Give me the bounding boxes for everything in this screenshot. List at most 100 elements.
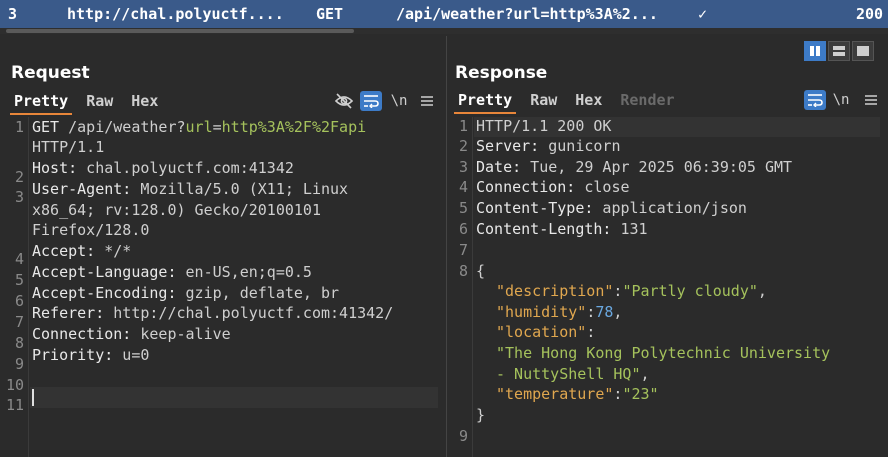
response-newline-toggle[interactable]: \n	[830, 90, 852, 110]
line-number: 6	[14, 292, 24, 310]
split-horizontal-layout-button[interactable]	[804, 41, 826, 61]
header-key: User-Agent:	[32, 180, 132, 198]
json-number-value: 78	[595, 303, 614, 321]
hide-icon[interactable]	[333, 91, 355, 111]
json-comma: ,	[613, 303, 623, 321]
json-line-humidity: "humidity":78,	[496, 303, 622, 321]
header-value: Mozilla/5.0 (X11; Linux	[131, 180, 349, 198]
line-number: 1	[14, 118, 24, 136]
header-line-accept: Accept: */*	[32, 242, 131, 260]
columns-icon	[810, 46, 820, 56]
json-string-value: "23"	[622, 385, 659, 403]
line-number: 11	[5, 396, 24, 414]
history-url: /api/weather?url=http%3A%2...	[396, 5, 658, 23]
request-line: GET /api/weather?url=http%3A%2F%2Fapi	[32, 118, 366, 136]
request-method: GET	[32, 118, 69, 136]
header-value: gunicorn	[539, 137, 621, 155]
request-tab-pretty[interactable]: Pretty	[9, 91, 73, 115]
header-line-server: Server: gunicorn	[476, 137, 621, 155]
header-value: Tue, 29 Apr 2025 06:39:05 GMT	[521, 158, 793, 176]
line-number: 5	[14, 271, 24, 289]
wrap-lines-button[interactable]	[360, 91, 382, 111]
wrap-icon	[364, 95, 379, 108]
json-line-temperature: "temperature":"23"	[496, 385, 659, 403]
json-string-value: "Partly cloudy"	[622, 282, 758, 300]
eye-slash-icon	[334, 93, 354, 109]
json-comma: ,	[640, 365, 650, 383]
json-key: "humidity"	[496, 303, 587, 321]
line-number: 10	[5, 376, 24, 394]
json-key: "description"	[496, 282, 614, 300]
query-param-key: url	[185, 118, 213, 136]
request-title: Request	[11, 63, 90, 83]
header-key: Date:	[476, 158, 522, 176]
header-value: 131	[611, 220, 648, 238]
history-status: 200	[856, 5, 884, 23]
request-line-wrap: HTTP/1.1	[32, 138, 105, 156]
header-line-connection: Connection: close	[476, 178, 630, 196]
history-method: GET	[316, 5, 344, 23]
header-key: Referer:	[32, 304, 105, 322]
header-value: gzip, deflate, br	[176, 284, 340, 302]
response-editor[interactable]: 1 2 3 4 5 6 7 8 9 HTTP/1.1 200 OK Server…	[446, 117, 888, 457]
check-icon: ✓	[698, 5, 708, 23]
line-number: 4	[14, 250, 24, 268]
header-key: Host:	[32, 159, 78, 177]
header-key: Server:	[476, 137, 540, 155]
newline-toggle[interactable]: \n	[388, 91, 410, 111]
horizontal-scrollbar-thumb[interactable]	[6, 29, 354, 33]
json-comma: ,	[757, 282, 767, 300]
response-title: Response	[455, 63, 548, 83]
query-param-equals: =	[212, 118, 222, 136]
header-key: Connection:	[476, 178, 576, 196]
response-tab-raw[interactable]: Raw	[530, 90, 557, 112]
header-line-connection: Connection: keep-alive	[32, 325, 231, 343]
json-line-description: "description":"Partly cloudy",	[496, 282, 767, 300]
response-tab-render[interactable]: Render	[620, 90, 674, 112]
header-value: */*	[95, 242, 132, 260]
hamburger-icon	[865, 95, 877, 105]
history-row[interactable]: 3 http://chal.polyuctf.... GET /api/weat…	[0, 0, 888, 28]
split-vertical-layout-button[interactable]	[828, 41, 850, 61]
request-menu-button[interactable]	[416, 91, 438, 111]
json-colon: :	[586, 303, 596, 321]
line-number: 8	[14, 334, 24, 352]
newline-icon: \n	[390, 93, 408, 109]
json-key: "location"	[496, 323, 587, 341]
status-line: HTTP/1.1 200 OK	[476, 117, 612, 135]
single-layout-button[interactable]	[852, 41, 874, 61]
line-number: 8	[458, 262, 468, 280]
newline-icon: \n	[832, 92, 850, 108]
line-number: 3	[14, 188, 24, 206]
header-line-content-type: Content-Type: application/json	[476, 199, 747, 217]
line-number: 3	[458, 158, 468, 176]
json-string-value: - NuttyShell HQ"	[496, 365, 641, 383]
header-line-wrap: x86_64; rv:128.0) Gecko/20100101	[32, 201, 321, 219]
request-tab-raw[interactable]: Raw	[86, 91, 113, 113]
line-number: 6	[458, 220, 468, 238]
header-line-host: Host: chal.polyuctf.com:41342	[32, 159, 294, 177]
header-key: Accept-Encoding:	[32, 284, 177, 302]
header-line-referer: Referer: http://chal.polyuctf.com:41342/	[32, 304, 393, 322]
header-key: Content-Type:	[476, 199, 594, 217]
line-number: 7	[458, 241, 468, 259]
request-editor[interactable]: 1 2 3 4 5 6 7 8 9 10 11 GET /api/weather…	[0, 118, 446, 457]
header-line-date: Date: Tue, 29 Apr 2025 06:39:05 GMT	[476, 158, 792, 176]
text-caret	[32, 389, 34, 406]
response-tab-hex[interactable]: Hex	[575, 90, 602, 112]
json-brace-close: }	[476, 406, 486, 424]
response-menu-button[interactable]	[860, 90, 882, 110]
json-key: "temperature"	[496, 385, 614, 403]
response-wrap-lines-button[interactable]	[804, 90, 826, 110]
header-line-content-length: Content-Length: 131	[476, 220, 648, 238]
request-tab-hex[interactable]: Hex	[131, 91, 158, 113]
header-value: http://chal.polyuctf.com:41342/	[104, 304, 394, 322]
line-number: 5	[458, 199, 468, 217]
header-value: application/json	[593, 199, 747, 217]
json-line-location: "location":	[496, 323, 595, 341]
history-number: 3	[8, 5, 18, 23]
response-tab-pretty[interactable]: Pretty	[453, 90, 517, 114]
header-key: Content-Length:	[476, 220, 612, 238]
header-value: close	[575, 178, 630, 196]
json-location-value-wrap: - NuttyShell HQ",	[496, 365, 650, 383]
